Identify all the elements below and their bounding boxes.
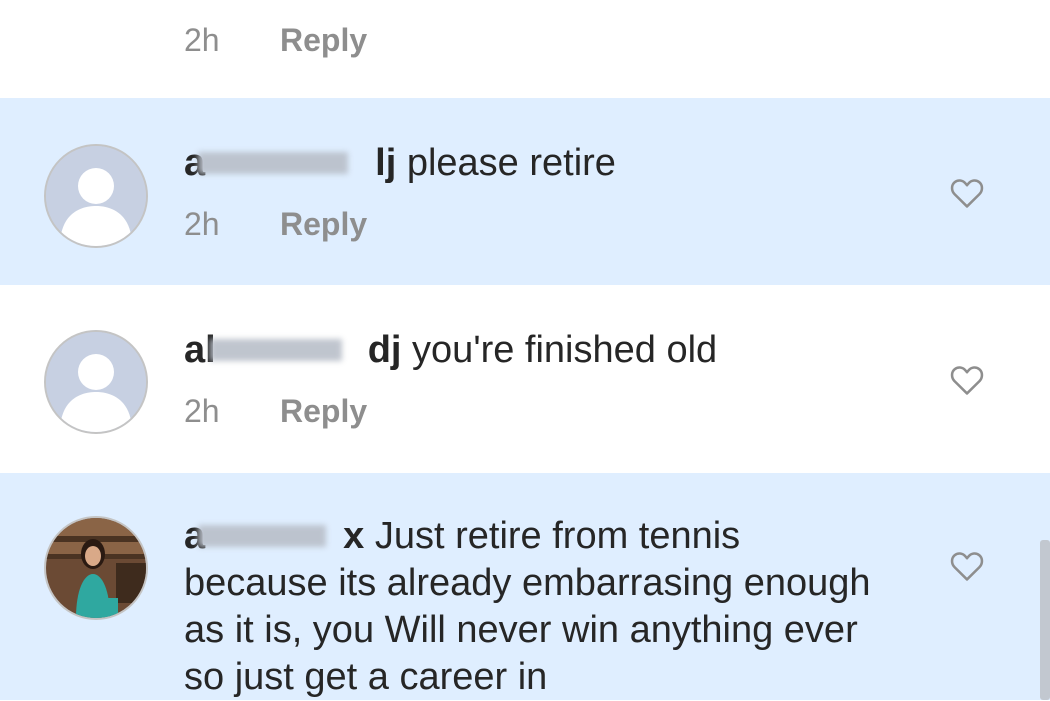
comment-row-previous: 2h Reply bbox=[0, 0, 1050, 98]
comment-meta: 2h Reply bbox=[184, 22, 367, 59]
heart-outline-icon[interactable] bbox=[948, 547, 986, 585]
comment-meta: 2h Reply bbox=[184, 206, 367, 243]
comment-time: 2h bbox=[184, 393, 220, 429]
username-redaction bbox=[198, 152, 348, 174]
avatar[interactable] bbox=[44, 330, 148, 434]
reply-button[interactable]: Reply bbox=[280, 206, 367, 242]
scrollbar[interactable] bbox=[1040, 540, 1050, 700]
comment-row: al dj you're finished old 2h Reply bbox=[0, 285, 1050, 473]
comment-time: 2h bbox=[184, 206, 220, 242]
comment-row: ax Just retire from tennis because its a… bbox=[0, 473, 1050, 700]
comment-text: ax Just retire from tennis because its a… bbox=[184, 513, 884, 701]
heart-outline-icon[interactable] bbox=[948, 361, 986, 399]
username-redaction bbox=[210, 339, 342, 361]
comment-row: a lj please retire 2h Reply bbox=[0, 98, 1050, 285]
comment-text: al dj you're finished old bbox=[184, 327, 884, 374]
comment-username[interactable]: ax bbox=[184, 513, 364, 560]
avatar[interactable] bbox=[44, 144, 148, 248]
reply-button[interactable]: Reply bbox=[280, 22, 367, 58]
comment-username[interactable]: a lj bbox=[184, 140, 396, 187]
comment-username[interactable]: al dj bbox=[184, 327, 401, 374]
comment-time: 2h bbox=[184, 22, 220, 58]
reply-button[interactable]: Reply bbox=[280, 393, 367, 429]
person-silhouette-icon bbox=[46, 146, 146, 246]
profile-photo bbox=[46, 518, 146, 618]
comment-body: you're finished old bbox=[412, 329, 718, 371]
comment-text: a lj please retire bbox=[184, 140, 884, 187]
comment-body: please retire bbox=[406, 142, 616, 184]
avatar[interactable] bbox=[44, 516, 148, 620]
person-silhouette-icon bbox=[46, 332, 146, 432]
comment-meta: 2h Reply bbox=[184, 393, 367, 430]
heart-outline-icon[interactable] bbox=[948, 174, 986, 212]
username-redaction bbox=[198, 525, 326, 547]
